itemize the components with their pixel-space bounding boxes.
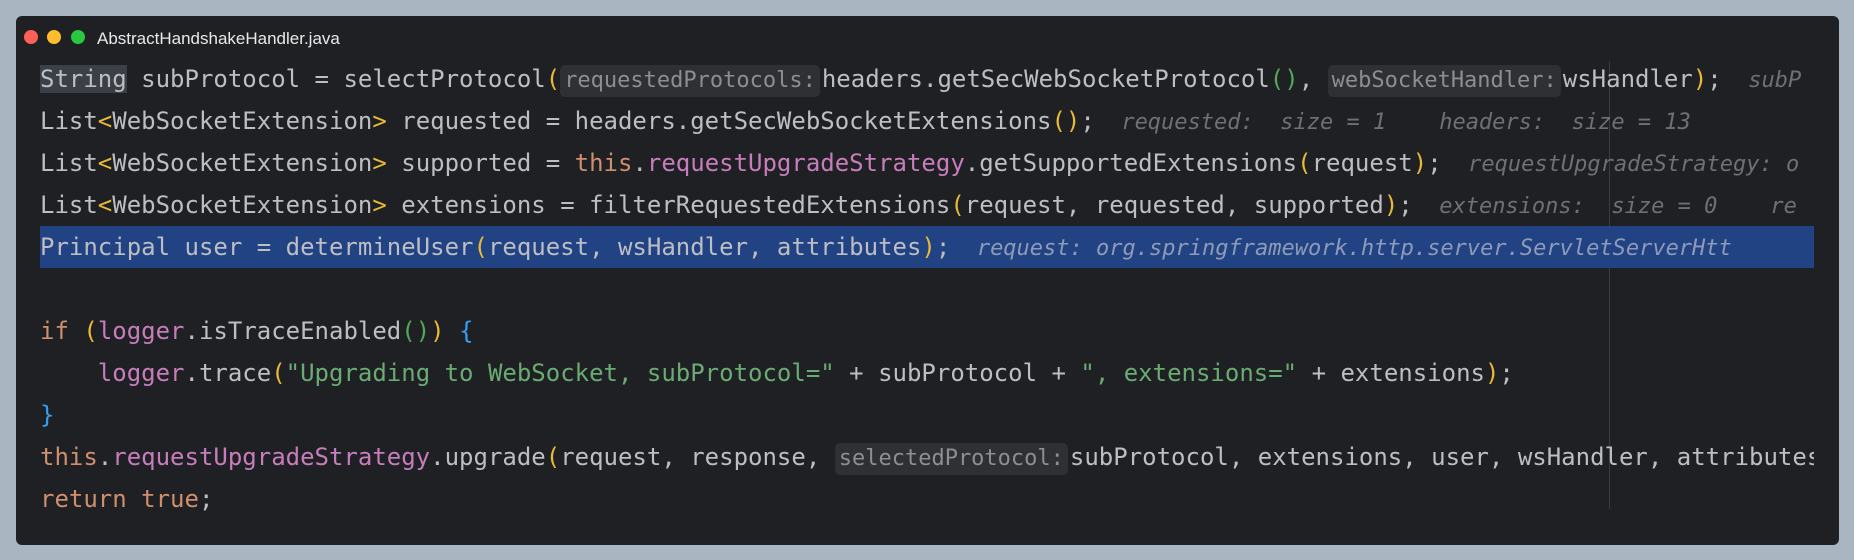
paren-token: ( bbox=[83, 317, 98, 345]
code-token: request, requested, supported bbox=[964, 191, 1384, 219]
code-token: . bbox=[632, 149, 647, 177]
code-token: List bbox=[40, 107, 98, 135]
inline-debug-value: subP bbox=[1721, 68, 1802, 93]
inline-debug-value: extensions: size = 0 re bbox=[1412, 194, 1797, 219]
paren-token: ) bbox=[1484, 359, 1500, 387]
code-editor[interactable]: String subProtocol = selectProtocol(requ… bbox=[16, 58, 1839, 545]
code-token: .isTraceEnabled bbox=[184, 317, 402, 345]
keyword-token: this bbox=[40, 443, 98, 471]
paren-token: ( bbox=[950, 191, 965, 219]
field-token: logger bbox=[97, 359, 185, 387]
inline-debug-value: requested: size = 1 headers: size = 13 bbox=[1094, 110, 1691, 135]
close-window-button[interactable] bbox=[24, 30, 38, 44]
code-token: ; bbox=[1398, 191, 1413, 219]
keyword-token: this bbox=[574, 149, 633, 177]
parameter-hint: webSocketHandler: bbox=[1327, 65, 1561, 97]
field-token: logger bbox=[97, 317, 185, 345]
code-line-8[interactable]: logger.trace("Upgrading to WebSocket, su… bbox=[40, 352, 1814, 394]
paren-token: ) bbox=[921, 233, 936, 261]
code-token: request, wsHandler, attributes bbox=[487, 233, 922, 261]
code-token: + extensions bbox=[1297, 359, 1485, 387]
code-token: extensions = filterRequestedExtensions bbox=[386, 191, 951, 219]
paren-token: () bbox=[1051, 107, 1081, 135]
code-line-5-current[interactable]: Principal user = determineUser(request, … bbox=[40, 226, 1814, 268]
code-token: WebSocketExtension bbox=[112, 191, 373, 219]
code-token: WebSocketExtension bbox=[112, 149, 373, 177]
zoom-window-button[interactable] bbox=[71, 30, 85, 44]
code-token: . bbox=[97, 443, 113, 471]
string-token: "Upgrading to WebSocket, subProtocol=" bbox=[285, 359, 835, 387]
paren-token: ) bbox=[1412, 149, 1428, 177]
code-token: ; bbox=[1499, 359, 1514, 387]
field-token: requestUpgradeStrategy bbox=[112, 443, 431, 471]
code-line-7[interactable]: if (logger.isTraceEnabled()) { bbox=[40, 310, 1814, 352]
paren-token: ( bbox=[545, 65, 561, 93]
code-token: , bbox=[1298, 65, 1328, 93]
bracket-token: > bbox=[372, 107, 387, 135]
code-line-10[interactable]: this.requestUpgradeStrategy.upgrade(requ… bbox=[40, 436, 1814, 478]
code-token: .trace bbox=[184, 359, 272, 387]
window-title: AbstractHandshakeHandler.java bbox=[97, 29, 340, 48]
paren-token: ( bbox=[1297, 149, 1312, 177]
paren-token: ( bbox=[473, 233, 488, 261]
code-token: subProtocol, extensions, user, wsHandler… bbox=[1069, 443, 1814, 471]
code-line-3[interactable]: List<WebSocketExtension> supported = thi… bbox=[40, 142, 1814, 184]
code-token: + subProtocol + bbox=[834, 359, 1081, 387]
paren-token: ( bbox=[271, 359, 286, 387]
inline-debug-value: request: org.springframework.http.server… bbox=[950, 236, 1732, 261]
code-token: Principal user = determineUser bbox=[40, 233, 474, 261]
brace-token: } bbox=[40, 401, 55, 429]
bracket-token: < bbox=[97, 107, 113, 135]
paren-token: () bbox=[1269, 65, 1299, 93]
paren-token: ) bbox=[1383, 191, 1399, 219]
code-token: ; bbox=[1427, 149, 1442, 177]
paren-token: ) bbox=[430, 317, 445, 345]
code-token: .upgrade bbox=[430, 443, 546, 471]
code-line-2[interactable]: List<WebSocketExtension> requested = hea… bbox=[40, 100, 1814, 142]
string-token: ", extensions=" bbox=[1080, 359, 1298, 387]
code-token: List bbox=[40, 149, 98, 177]
code-token: request bbox=[1311, 149, 1413, 177]
bracket-token: > bbox=[372, 149, 387, 177]
title-bar: AbstractHandshakeHandler.java bbox=[16, 16, 1839, 58]
keyword-token: if bbox=[40, 317, 69, 345]
paren-token: () bbox=[401, 317, 431, 345]
code-token: requested = headers.getSecWebSocketExten… bbox=[386, 107, 1052, 135]
parameter-hint: selectedProtocol: bbox=[834, 443, 1068, 475]
bracket-token: < bbox=[97, 149, 113, 177]
code-line-4[interactable]: List<WebSocketExtension> extensions = fi… bbox=[40, 184, 1814, 226]
editor-window: AbstractHandshakeHandler.java String sub… bbox=[16, 16, 1839, 545]
inline-debug-value: requestUpgradeStrategy: o bbox=[1441, 152, 1800, 177]
keyword-token: return bbox=[40, 485, 127, 513]
bracket-token: > bbox=[372, 191, 387, 219]
code-line-1[interactable]: String subProtocol = selectProtocol(requ… bbox=[40, 58, 1814, 100]
code-token: wsHandler bbox=[1562, 65, 1693, 93]
paren-token: ( bbox=[545, 443, 561, 471]
brace-token: { bbox=[459, 317, 474, 345]
field-token: requestUpgradeStrategy bbox=[646, 149, 965, 177]
code-token: ; bbox=[1080, 107, 1095, 135]
code-token: headers.getSecWebSocketProtocol bbox=[821, 65, 1270, 93]
code-line-11[interactable]: return true; bbox=[40, 478, 1814, 520]
bracket-token: < bbox=[97, 191, 113, 219]
code-token: request, response, bbox=[560, 443, 835, 471]
code-token: String bbox=[40, 65, 127, 93]
code-token: WebSocketExtension bbox=[112, 107, 373, 135]
code-token: List bbox=[40, 191, 98, 219]
paren-token: ) bbox=[1692, 65, 1708, 93]
code-token: ; bbox=[1707, 65, 1722, 93]
code-token: supported = bbox=[386, 149, 575, 177]
keyword-token: true bbox=[141, 485, 199, 513]
code-token: subProtocol = selectProtocol bbox=[126, 65, 546, 93]
minimize-window-button[interactable] bbox=[47, 30, 61, 44]
code-token: .getSupportedExtensions bbox=[964, 149, 1298, 177]
code-token: ; bbox=[198, 485, 214, 513]
parameter-hint: requestedProtocols: bbox=[560, 65, 820, 97]
code-token: ; bbox=[935, 233, 951, 261]
code-line-9[interactable]: } bbox=[40, 394, 1814, 436]
